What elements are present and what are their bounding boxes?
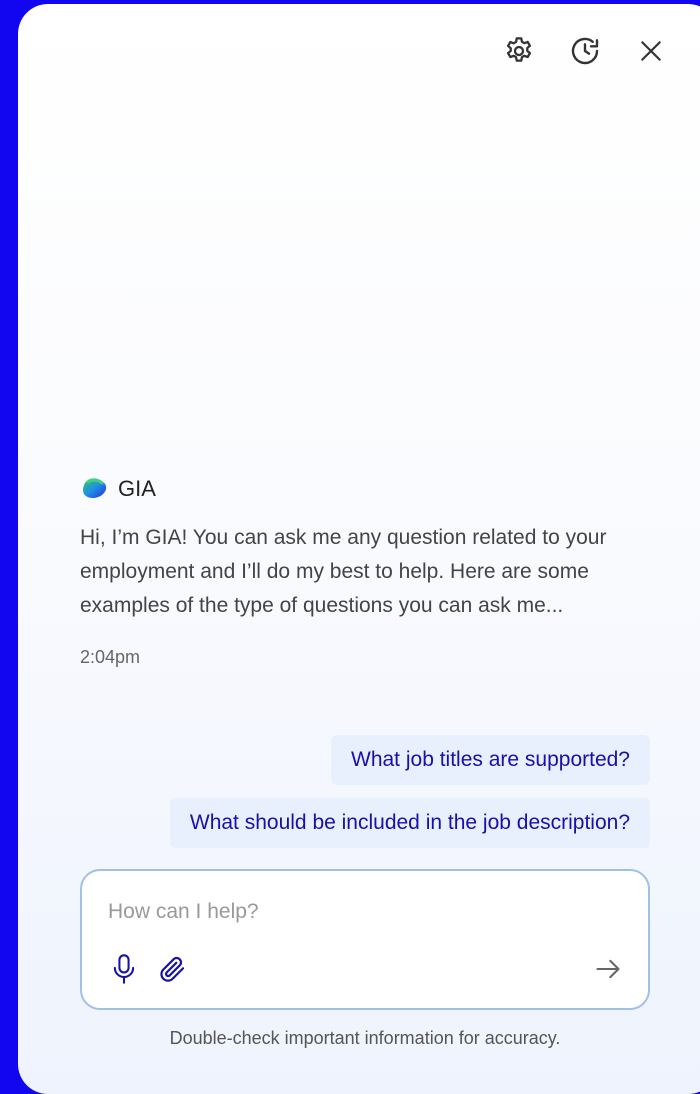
microphone-button[interactable] [110, 953, 138, 990]
gear-icon [506, 37, 532, 62]
message-composer [80, 869, 650, 1010]
suggestion-chip-job-description[interactable]: What should be included in the job descr… [169, 798, 650, 848]
clock-history-icon [571, 37, 599, 65]
paperclip-icon [160, 956, 185, 982]
accuracy-disclaimer: Double-check important information for a… [169, 1028, 561, 1048]
top-actions [500, 32, 670, 70]
microphone-icon [113, 954, 135, 984]
gia-logo-icon [83, 478, 107, 498]
chat-panel: GIA Hi, I’m GIA! You can ask me any ques… [18, 4, 700, 1094]
composer-tools [110, 953, 188, 990]
assistant-header: GIA [80, 471, 620, 507]
suggestion-chip-job-titles[interactable]: What job titles are supported? [331, 735, 650, 785]
suggested-questions: What job titles are supported? What shou… [169, 735, 650, 848]
assistant-name: GIA [118, 476, 156, 501]
close-icon [641, 41, 661, 61]
close-button[interactable] [632, 32, 670, 70]
message-timestamp: 2:04pm [80, 647, 141, 667]
settings-button[interactable] [500, 32, 538, 70]
send-button[interactable] [594, 955, 622, 988]
assistant-message-block: GIA Hi, I’m GIA! You can ask me any ques… [80, 471, 620, 668]
history-button[interactable] [566, 32, 604, 70]
attach-button[interactable] [158, 953, 188, 990]
message-input[interactable] [106, 899, 610, 925]
arrow-right-icon [596, 959, 620, 979]
assistant-message-text: Hi, I’m GIA! You can ask me any question… [80, 526, 607, 617]
